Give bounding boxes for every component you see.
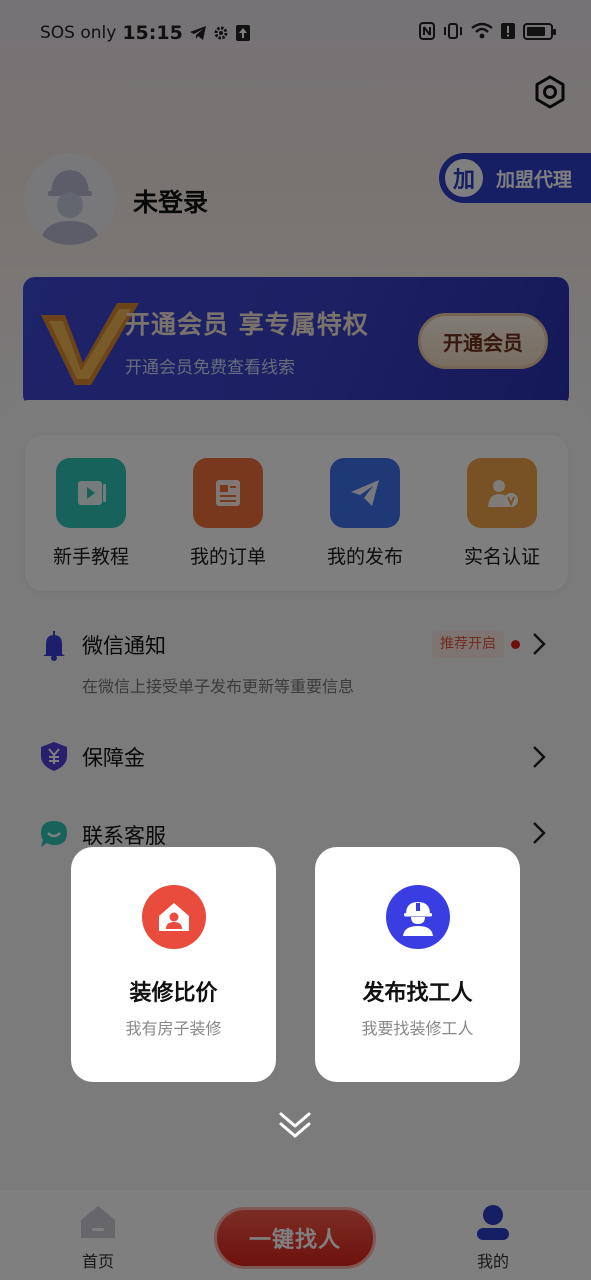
profile-page: SOS only 15:15 未登录 加 加盟代理 (0, 0, 591, 1280)
worker-helmet-icon (385, 885, 450, 949)
modal-overlay[interactable] (0, 0, 591, 1280)
popup-card-title: 发布找工人 (362, 981, 473, 1006)
popup-card-subtitle: 我有房子装修 (125, 1019, 222, 1038)
chevron-double-down-icon[interactable] (278, 1110, 312, 1140)
popup-card-find-worker[interactable]: 发布找工人 我要找装修工人 (315, 847, 520, 1082)
popup-card-subtitle: 我要找装修工人 (361, 1019, 474, 1038)
popup-card-title: 装修比价 (129, 981, 218, 1006)
house-user-icon (141, 885, 206, 949)
popup-card-renovation-quote[interactable]: 装修比价 我有房子装修 (71, 847, 276, 1082)
